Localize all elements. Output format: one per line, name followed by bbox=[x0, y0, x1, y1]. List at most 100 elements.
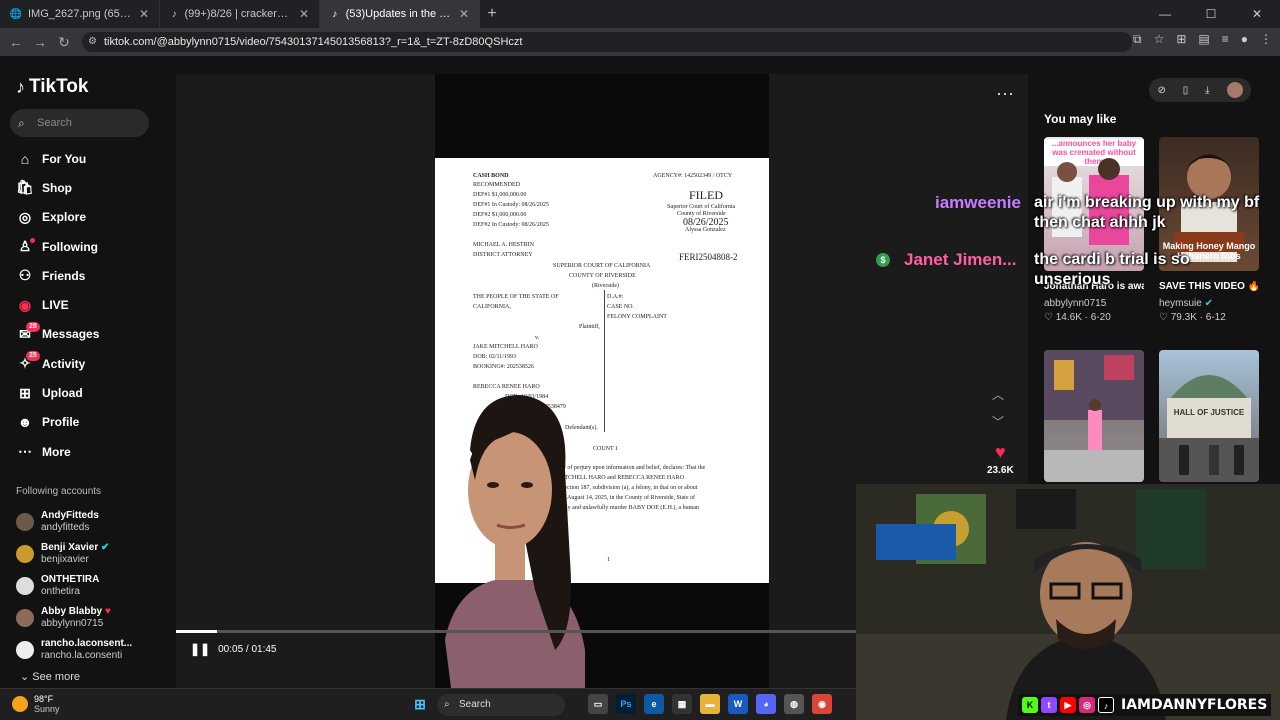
doc-text: DEF#2 $1,000,000.00 bbox=[473, 212, 527, 218]
see-more-button[interactable]: ⌄ See more bbox=[20, 670, 80, 683]
doc-text: DOB: 02/11/1993 bbox=[473, 354, 516, 360]
creator-greenscreen-person bbox=[445, 395, 585, 720]
account-name: AndyFitteds bbox=[41, 510, 99, 521]
minimize-icon[interactable]: — bbox=[1142, 0, 1188, 28]
account-item[interactable]: AndyFitteds andyfitteds bbox=[16, 506, 166, 538]
sidebar-item-upload[interactable]: ⊞ Upload bbox=[16, 378, 166, 407]
browser-menu-icon[interactable]: ⋮ bbox=[1260, 32, 1272, 47]
previous-video-icon[interactable]: ︿ bbox=[992, 386, 1004, 403]
account-item[interactable]: rancho.laconsent... rancho.la.consenti bbox=[16, 634, 166, 666]
thumbnail-text: HALL OF JUSTICE bbox=[1173, 408, 1245, 417]
doc-text: DEF#2 In Custody: 08/26/2025 bbox=[473, 222, 549, 228]
taskbar-search[interactable]: ⌕ Search bbox=[437, 694, 565, 716]
forward-icon[interactable]: → bbox=[28, 34, 52, 50]
pause-icon[interactable]: ❚❚ bbox=[190, 642, 210, 656]
card-stats: ♡ 79.3K · 6-12 bbox=[1159, 312, 1226, 323]
account-item[interactable]: ONTHETIRA onthetira bbox=[16, 570, 166, 602]
video-nav-arrows: ︿ ﹀ bbox=[992, 386, 1004, 430]
recommended-video-card[interactable]: HALL OF JUSTICE bbox=[1159, 350, 1259, 482]
close-tab-icon[interactable]: ✕ bbox=[459, 7, 469, 21]
shop-icon: 🛍 bbox=[16, 179, 34, 196]
avatar bbox=[16, 641, 34, 659]
card-likes: 14.6K bbox=[1055, 312, 1082, 323]
sidebar-item-more[interactable]: ⋯ More bbox=[16, 437, 166, 466]
verified-icon: ✔ bbox=[101, 542, 110, 553]
sidepanel-icon[interactable]: ▤ bbox=[1198, 32, 1209, 47]
url-text: tiktok.com/@abbylynn0715/video/754301371… bbox=[104, 36, 523, 48]
close-tab-icon[interactable]: ✕ bbox=[139, 7, 149, 21]
like-button[interactable]: ♥ 23.6K bbox=[987, 442, 1014, 476]
task-view-icon[interactable]: ▭ bbox=[588, 694, 608, 714]
recommended-video-card[interactable] bbox=[1044, 350, 1144, 482]
card-user-row: heymsuie ✔ bbox=[1159, 298, 1259, 309]
browser-tab[interactable]: 🌐 IMG_2627.png (651×960) ✕ bbox=[0, 0, 160, 28]
install-icon[interactable]: ⧉ bbox=[1133, 32, 1142, 47]
site-info-icon[interactable]: ⚙ bbox=[88, 32, 97, 52]
new-tab-icon[interactable]: + bbox=[480, 5, 504, 23]
sidebar-item-live[interactable]: ◉ LIVE bbox=[16, 290, 166, 319]
extensions-icon[interactable]: ⊞ bbox=[1176, 32, 1186, 47]
reload-icon[interactable]: ↻ bbox=[52, 34, 76, 51]
card-date: 6-12 bbox=[1205, 312, 1226, 323]
browser-tab[interactable]: ♪ (99+)8/26 | crackerbarrel logo | ✕ bbox=[160, 0, 320, 28]
doc-text: Plaintiff, bbox=[579, 324, 601, 330]
doc-text: (Riverside) bbox=[592, 283, 619, 289]
sidebar-item-friends[interactable]: ⚇ Friends bbox=[16, 261, 166, 290]
coins-icon[interactable]: ⊘ bbox=[1157, 85, 1165, 96]
weather-widget[interactable]: 98°F Sunny bbox=[12, 694, 60, 714]
bookmark-star-icon[interactable]: ☆ bbox=[1154, 32, 1165, 47]
globe-icon: 🌐 bbox=[9, 8, 23, 20]
compass-icon: ◎ bbox=[18, 208, 32, 225]
account-item[interactable]: Benji Xavier ✔ benjixavier bbox=[16, 538, 166, 570]
account-item[interactable]: Abby Blabby ♥ abbylynn0715 bbox=[16, 602, 166, 634]
obs-icon[interactable]: ◍ bbox=[784, 694, 804, 714]
word-icon[interactable]: W bbox=[728, 694, 748, 714]
sidebar-item-profile[interactable]: ☻ Profile bbox=[16, 408, 166, 437]
download-icon[interactable]: ⤓ bbox=[1205, 85, 1209, 96]
profile-avatar-icon[interactable]: ● bbox=[1241, 32, 1248, 47]
streamer-webcam bbox=[856, 484, 1280, 720]
url-field[interactable]: ⚙ tiktok.com/@abbylynn0715/video/7543013… bbox=[82, 32, 1132, 52]
webcam-scene bbox=[856, 484, 1280, 720]
sidebar-item-activity[interactable]: ✧ 25 Activity bbox=[16, 349, 166, 378]
sidebar-item-messages[interactable]: ✉ 28 Messages bbox=[16, 320, 166, 349]
store-icon[interactable]: ▦ bbox=[672, 694, 692, 714]
tiktok-icon: ♪ bbox=[332, 8, 338, 20]
video-progress-bar[interactable] bbox=[176, 630, 856, 633]
file-explorer-icon[interactable]: ▬ bbox=[700, 694, 720, 714]
chrome-icon[interactable]: ◉ bbox=[812, 694, 832, 714]
tiktok-logo[interactable]: ♪ TikTok bbox=[16, 76, 88, 98]
close-tab-icon[interactable]: ✕ bbox=[299, 7, 309, 21]
doc-text: v. bbox=[535, 335, 540, 341]
video-more-icon[interactable]: ⋯ bbox=[996, 84, 1014, 105]
search-input[interactable]: ⌕ Search bbox=[10, 109, 149, 137]
windows-start-icon[interactable]: ⊞ bbox=[410, 694, 430, 714]
edge-icon[interactable]: e bbox=[644, 694, 664, 714]
photoshop-icon[interactable]: Ps bbox=[616, 694, 636, 714]
back-icon[interactable]: ← bbox=[4, 34, 28, 50]
sidebar-item-for-you[interactable]: ⌂ For You bbox=[16, 144, 166, 173]
chat-badge-icon: $ bbox=[876, 253, 890, 267]
device-icon[interactable]: ▯ bbox=[1183, 85, 1189, 96]
more-icon: ⋯ bbox=[18, 443, 32, 460]
maximize-icon[interactable]: ☐ bbox=[1188, 0, 1234, 28]
sidebar-item-shop[interactable]: 🛍 Shop bbox=[16, 173, 166, 202]
close-window-icon[interactable]: ✕ bbox=[1234, 0, 1280, 28]
taskbar-icons: ⊞ bbox=[410, 694, 430, 714]
sun-icon bbox=[12, 696, 28, 712]
media-icon[interactable]: ≡ bbox=[1222, 32, 1229, 47]
browser-tab-active[interactable]: ♪ (53)Updates in the Emman ✕ bbox=[320, 0, 480, 28]
nav-label: Shop bbox=[42, 180, 72, 195]
video-thumbnail bbox=[1044, 350, 1144, 482]
sidebar-item-following[interactable]: ♙ Following bbox=[16, 232, 166, 261]
streamer-handle: IAMDANNYFLORES bbox=[1121, 697, 1268, 713]
browser-toolbar-icons: ⧉ ☆ ⊞ ▤ ≡ ● ⋮ bbox=[1133, 32, 1272, 47]
sidebar-item-explore[interactable]: ◎ Explore bbox=[16, 203, 166, 232]
video-controls: ❚❚ 00:05 / 01:45 bbox=[190, 642, 277, 656]
user-avatar[interactable] bbox=[1226, 82, 1243, 98]
next-video-icon[interactable]: ﹀ bbox=[992, 413, 1004, 430]
doc-text: RECOMMENDED bbox=[473, 182, 521, 188]
account-name: Abby Blabby bbox=[41, 606, 103, 617]
discord-icon[interactable]: ◕ bbox=[756, 694, 776, 714]
account-handle: onthetira bbox=[41, 586, 80, 597]
